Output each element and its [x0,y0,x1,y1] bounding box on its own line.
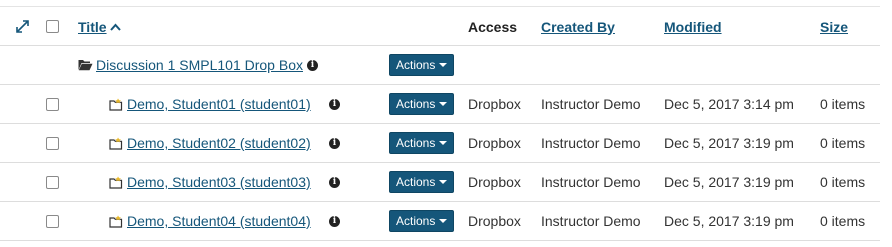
modified-value: Dec 5, 2017 3:19 pm [664,135,794,151]
folder-new-icon [109,137,123,150]
folder-link[interactable]: Discussion 1 SMPL101 Drop Box [96,57,303,73]
created-by-value: Instructor Demo [541,135,641,151]
row-checkbox[interactable] [46,97,59,111]
sort-by-title-link[interactable]: Title [78,19,107,35]
size-value: 0 items [820,135,866,151]
table-row: Demo, Student04 (student04) i Actions Dr… [0,201,880,241]
expand-icon [16,20,29,33]
row-actions-button[interactable]: Actions [389,132,455,154]
info-icon[interactable]: i [329,176,340,188]
size-value: 0 items [820,96,866,112]
actions-label: Actions [396,175,436,189]
row-actions-button[interactable]: Actions [389,93,455,115]
folder-new-icon [109,215,123,228]
caret-down-icon [439,180,448,184]
access-value: Dropbox [468,135,521,151]
folder-row: Discussion 1 SMPL101 Drop Box i Actions [0,45,880,84]
modified-value: Dec 5, 2017 3:14 pm [664,96,794,112]
info-icon[interactable]: i [329,215,340,227]
student-folder-link[interactable]: Demo, Student04 (student04) [127,213,311,229]
row-checkbox[interactable] [46,214,59,228]
table-row: Demo, Student02 (student02) i Actions Dr… [0,123,880,162]
sort-by-modified-link[interactable]: Modified [664,19,722,35]
student-folder-link[interactable]: Demo, Student01 (student01) [127,96,311,112]
created-by-value: Instructor Demo [541,174,641,190]
dropbox-table: Title Access Created By Modified Size Di… [0,0,880,247]
student-folder-link[interactable]: Demo, Student03 (student03) [127,174,311,190]
modified-value: Dec 5, 2017 3:19 pm [664,174,794,190]
info-icon[interactable]: i [307,59,318,71]
actions-label: Actions [396,58,436,72]
caret-down-icon [439,141,448,145]
row-actions-button[interactable]: Actions [389,210,455,232]
sort-by-created-by-link[interactable]: Created By [541,19,615,35]
folder-new-icon [109,98,123,111]
row-checkbox[interactable] [46,136,59,150]
table-row: Demo, Student01 (student01) i Actions Dr… [0,84,880,123]
table-row: Demo, Student03 (student03) i Actions Dr… [0,162,880,201]
row-actions-button[interactable]: Actions [389,171,455,193]
size-value: 0 items [820,213,866,229]
actions-label: Actions [396,214,436,228]
folder-new-icon [109,176,123,189]
info-icon[interactable]: i [329,98,340,110]
actions-label: Actions [396,136,436,150]
created-by-value: Instructor Demo [541,213,641,229]
sort-ascending-icon [109,23,121,31]
caret-down-icon [439,63,448,67]
sort-by-size-link[interactable]: Size [820,19,848,35]
row-checkbox[interactable] [46,175,59,189]
caret-down-icon [439,102,448,106]
actions-label: Actions [396,97,436,111]
caret-down-icon [439,219,448,223]
info-icon[interactable]: i [329,137,340,149]
access-column-header: Access [468,18,518,35]
table-header-row: Title Access Created By Modified Size [0,6,880,46]
access-value: Dropbox [468,213,521,229]
modified-value: Dec 5, 2017 3:19 pm [664,213,794,229]
size-value: 0 items [820,174,866,190]
folder-open-icon [78,60,93,71]
folder-actions-button[interactable]: Actions [389,54,455,76]
student-folder-link[interactable]: Demo, Student02 (student02) [127,135,311,151]
access-value: Dropbox [468,174,521,190]
select-all-checkbox[interactable] [46,20,59,33]
access-value: Dropbox [468,96,521,112]
expand-all-button[interactable] [16,7,29,46]
created-by-value: Instructor Demo [541,96,641,112]
